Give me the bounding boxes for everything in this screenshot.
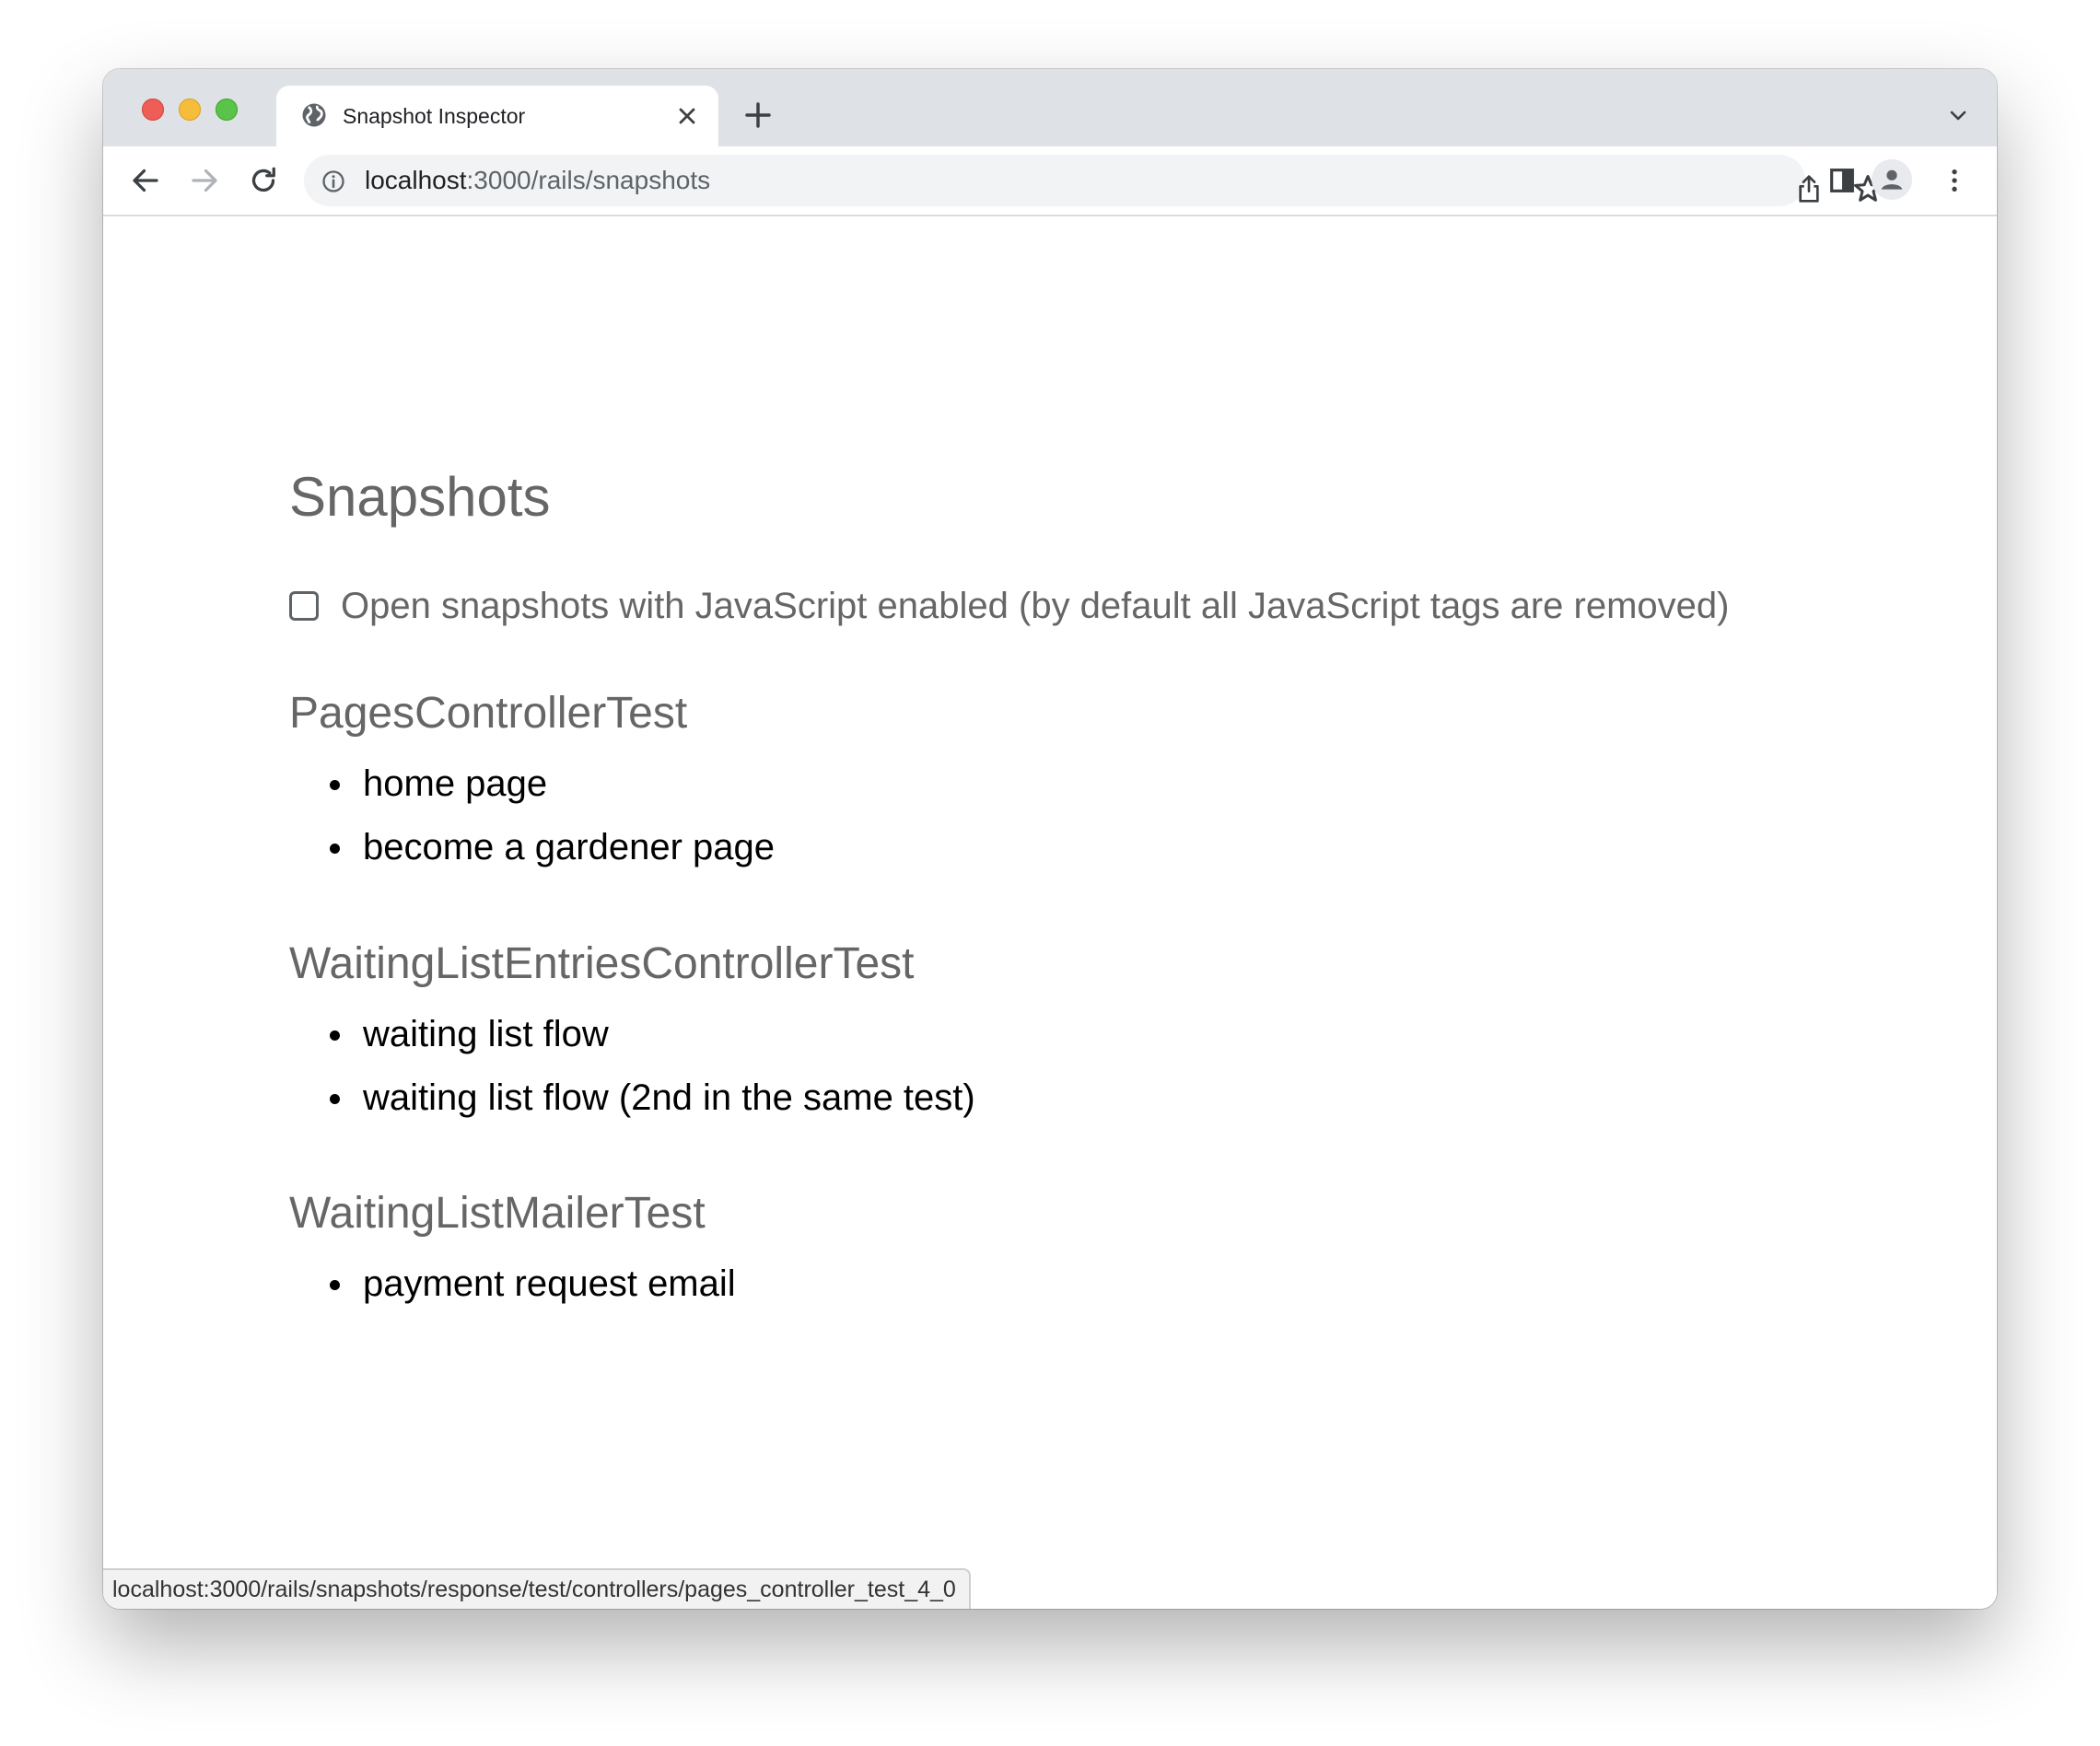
snapshot-link-text[interactable]: waiting list flow (2nd in the same test) bbox=[363, 1077, 975, 1118]
share-icon[interactable] bbox=[1794, 172, 1824, 205]
snapshot-link-text[interactable]: payment request email bbox=[363, 1263, 736, 1304]
screenshot-stage: Snapshot Inspector localhost:3000/rails/… bbox=[0, 0, 2100, 1746]
window-minimize-button[interactable] bbox=[179, 99, 201, 121]
snapshot-link-payment-request-email[interactable]: payment request email bbox=[289, 1252, 736, 1316]
reload-icon[interactable] bbox=[247, 164, 280, 197]
bullet bbox=[330, 1094, 340, 1104]
group-title: PagesControllerTest bbox=[289, 689, 688, 738]
test-group-pages-controller: PagesControllerTest home page become a g… bbox=[289, 688, 775, 879]
kebab-menu-icon[interactable] bbox=[1940, 166, 1969, 195]
url-host: localhost bbox=[365, 166, 467, 194]
bullet bbox=[330, 1030, 340, 1041]
test-group-waiting-list-entries-controller: WaitingListEntriesControllerTest waiting… bbox=[289, 938, 975, 1130]
window-close-button[interactable] bbox=[142, 99, 164, 121]
chevron-down-icon[interactable] bbox=[1947, 104, 1969, 126]
plus-icon[interactable] bbox=[743, 100, 773, 130]
status-bar-url: localhost:3000/rails/snapshots/response/… bbox=[103, 1568, 971, 1609]
profile-icon bbox=[1881, 169, 1903, 190]
browser-toolbar: localhost:3000/rails/snapshots bbox=[103, 146, 1997, 216]
snapshot-list: payment request email bbox=[289, 1252, 736, 1316]
close-icon[interactable] bbox=[674, 103, 700, 129]
bullet bbox=[330, 780, 340, 790]
tab-snapshot-inspector[interactable]: Snapshot Inspector bbox=[276, 86, 718, 146]
tab-strip: Snapshot Inspector bbox=[103, 69, 1997, 146]
page-title: Snapshots bbox=[289, 466, 551, 528]
arrow-left-icon[interactable] bbox=[129, 164, 162, 197]
snapshot-link-text[interactable]: waiting list flow bbox=[363, 1014, 609, 1054]
info-icon[interactable] bbox=[321, 169, 346, 194]
snapshot-link-home-page[interactable]: home page bbox=[289, 752, 775, 816]
snapshot-link-waiting-list-flow[interactable]: waiting list flow bbox=[289, 1003, 975, 1066]
snapshot-list: home page become a gardener page bbox=[289, 752, 775, 879]
page-content: Snapshots Open snapshots with JavaScript… bbox=[103, 216, 1997, 1609]
js-enabled-checkbox[interactable] bbox=[289, 591, 319, 621]
side-panel-icon[interactable] bbox=[1827, 166, 1857, 195]
browser-window: Snapshot Inspector localhost:3000/rails/… bbox=[103, 69, 1997, 1609]
snapshot-link-text[interactable]: home page bbox=[363, 763, 547, 804]
group-title: WaitingListEntriesControllerTest bbox=[289, 939, 915, 988]
group-title: WaitingListMailerTest bbox=[289, 1189, 706, 1238]
window-zoom-button[interactable] bbox=[216, 99, 238, 121]
url-path: :3000/rails/snapshots bbox=[466, 166, 711, 194]
profile-button[interactable] bbox=[1872, 159, 1912, 200]
address-bar[interactable]: localhost:3000/rails/snapshots bbox=[304, 155, 1882, 206]
address-url[interactable]: localhost:3000/rails/snapshots bbox=[365, 166, 710, 195]
bullet bbox=[330, 844, 340, 854]
test-group-waiting-list-mailer: WaitingListMailerTest payment request em… bbox=[289, 1188, 736, 1316]
bullet bbox=[330, 1280, 340, 1290]
snapshot-link-text[interactable]: become a gardener page bbox=[363, 827, 775, 867]
js-enabled-label[interactable]: Open snapshots with JavaScript enabled (… bbox=[341, 586, 1729, 627]
js-enabled-option[interactable]: Open snapshots with JavaScript enabled (… bbox=[289, 583, 1729, 629]
tab-title: Snapshot Inspector bbox=[343, 104, 526, 128]
snapshot-link-become-a-gardener-page[interactable]: become a gardener page bbox=[289, 816, 775, 879]
snapshot-list: waiting list flow waiting list flow (2nd… bbox=[289, 1003, 975, 1130]
snapshot-link-waiting-list-flow-2nd[interactable]: waiting list flow (2nd in the same test) bbox=[289, 1066, 975, 1130]
arrow-right-icon[interactable] bbox=[188, 164, 221, 197]
globe-icon bbox=[302, 103, 326, 127]
